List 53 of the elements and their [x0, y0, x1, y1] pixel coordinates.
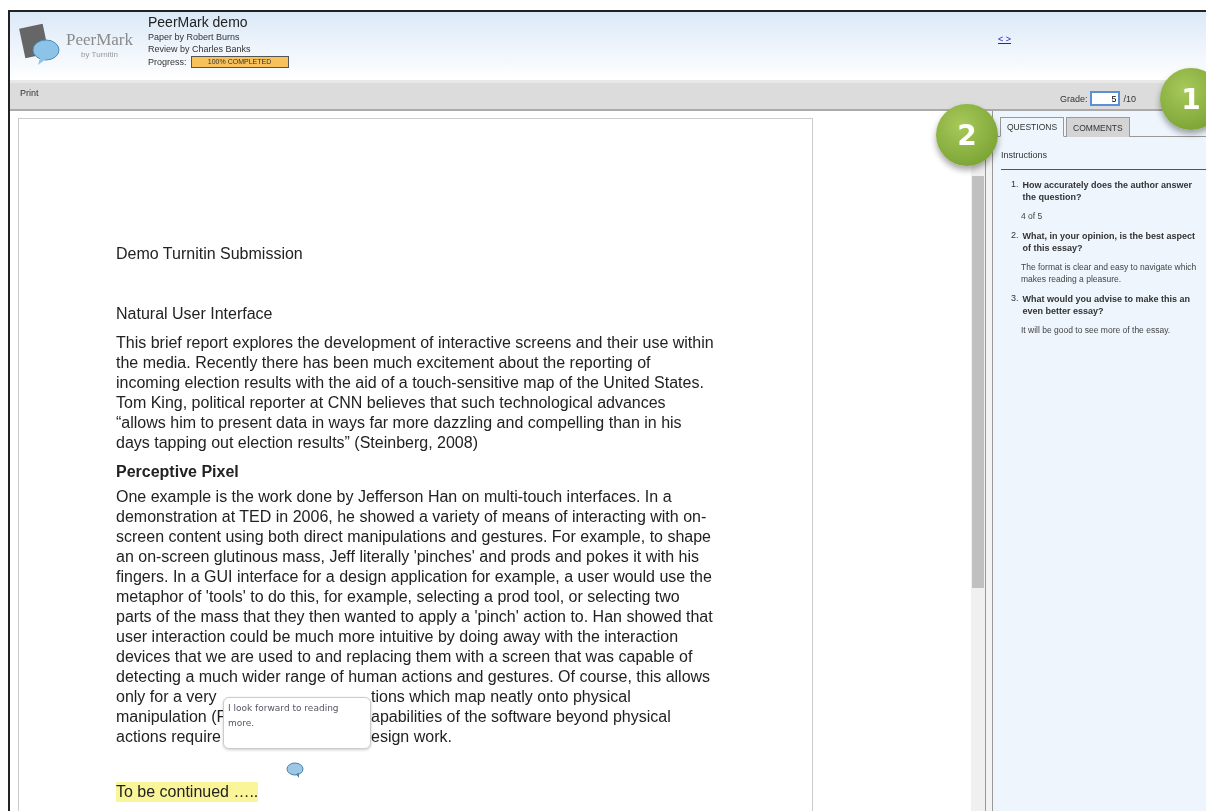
text-line: only for a very: [116, 687, 217, 707]
progress-label: Progress:: [148, 57, 187, 67]
text-line: days tapping out election results” (Steinberg, 2008): [116, 433, 479, 453]
question-number: 3.: [1011, 293, 1019, 305]
text-line: screen content using both direct manipulations and gestures. For example, to shape: [116, 527, 712, 547]
panel-tab[interactable]: COMMENTS: [1066, 117, 1130, 137]
section-heading: Natural User Interface: [116, 305, 274, 323]
grade-label: Grade:: [1059, 93, 1088, 104]
nav-link[interactable]: < >: [998, 34, 1011, 45]
text-line: This brief report explores the development of interactive screens and their use within: [116, 333, 715, 353]
scrollbar-thumb[interactable]: [972, 176, 985, 588]
text-line: apabilities of the software beyond physical: [371, 707, 671, 727]
text-line: “allows him to present data in ways far more dazzling and compelling than in his: [116, 413, 683, 433]
answer-text: 4 of 5: [1020, 210, 1044, 222]
text-line: incoming election results with the aid of a touch-sensitive map of the United States.: [116, 373, 705, 393]
answer-text: It will be good to see more of the essay.: [1020, 324, 1172, 336]
text-line: detecting a much wider range of human actions and gestures. Of course, this allows: [116, 667, 712, 687]
text-line: tions which map neatly onto physical: [371, 687, 631, 707]
panel-tab[interactable]: QUESTIONS: [1000, 117, 1065, 137]
question-text: How accurately does the author answer the question?: [1022, 179, 1194, 203]
text-line: user interaction could be much more intuitive by doing away with the interaction: [116, 627, 680, 647]
logo-text: PeerMark: [66, 29, 134, 50]
instructions-heading: Instructions: [1001, 150, 1206, 170]
text-line: metaphor of 'tools' to do this, for example, selecting a prod tool, or selecting two: [116, 587, 681, 607]
assignment-title: PeerMark demo: [148, 14, 249, 30]
text-line: fingers. In a GUI interface for a design application for example, a user would use the: [116, 567, 713, 587]
print-button[interactable]: Print: [20, 88, 39, 98]
text-line: Tom King, political reporter at CNN believes that such technological advances: [116, 393, 667, 413]
logo-subtitle: by Turnitin: [81, 49, 118, 59]
paper-author: Paper by Robert Burns: [148, 32, 241, 42]
subheading: Perceptive Pixel: [116, 463, 240, 481]
text-line: parts of the mass that they then wanted to apply a 'pinch' action to. Han showed that: [116, 607, 714, 627]
comment-bubble: I look forward to reading more.: [223, 697, 371, 749]
answer-text: The format is clear and easy to navigate which makes reading a pleasure.: [1020, 261, 1198, 285]
text-line: an on-screen glutinous mass, Jeff literally 'pinches' and prods and pokes it with his: [116, 547, 700, 567]
question-text: What would you advise to make this an even better essay?: [1022, 293, 1192, 317]
text-line: One example is the work done by Jefferson Han on multi-touch interfaces. In a: [116, 487, 673, 507]
text-line: the media. Recently there has been much excitement about the reporting of: [116, 353, 652, 373]
grade-max: /10: [1123, 93, 1136, 104]
text-line: actions require: [116, 727, 221, 747]
question-text: What, in your opinion, is the best aspect of this essay?: [1022, 230, 1197, 254]
document-title: Demo Turnitin Submission: [116, 245, 304, 263]
grade-field[interactable]: 5: [1090, 91, 1121, 106]
question-number: 1.: [1011, 179, 1019, 191]
text-line: devices that we are used to and replacing them with a screen that was capable of: [116, 647, 694, 667]
text-line: esign work.: [371, 727, 452, 747]
pane-splitter[interactable]: [985, 111, 993, 811]
comment-icon[interactable]: [286, 762, 304, 778]
logo-icon: [18, 22, 62, 66]
question-number: 2.: [1011, 230, 1019, 242]
highlighted-text: To be continued …..: [116, 782, 259, 802]
text-line: demonstration at TED in 2006, he showed a variety of means of interacting with on-: [116, 507, 708, 527]
reviewer-name: Review by Charles Banks: [148, 44, 252, 54]
